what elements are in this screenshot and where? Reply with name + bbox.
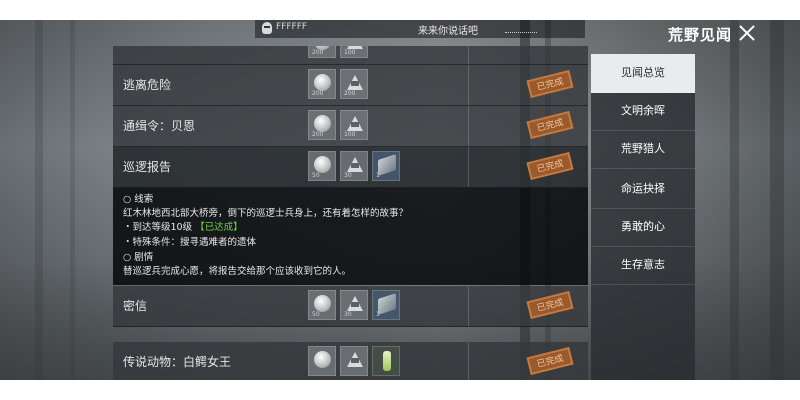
reward-qty: 1 [376,172,380,179]
tab-fate[interactable]: 命运抉择 [591,170,695,209]
quest-name: 密信 [123,299,148,313]
reward-qty: 50 [312,172,320,179]
quest-row[interactable]: 逃离危险 200 200 已完成 [113,65,588,106]
silver-coin-icon [314,74,331,91]
potion-icon [383,351,391,371]
completed-stamp: 已完成 [526,290,574,320]
quest-row[interactable]: 传说动物：白鳄女王 已完成 [113,342,588,380]
divider [468,46,469,64]
reward-slot[interactable]: 50 [308,151,336,181]
plot-header: ○ 剧情 [123,252,154,263]
silver-coin-icon [314,115,331,132]
clue-header: ○ 线索 [123,194,154,205]
quest-name: 逃离危险 [123,78,172,92]
reward-slot[interactable]: 1 [372,290,400,320]
reward-slot[interactable]: 50 [308,290,336,320]
close-icon[interactable] [738,24,756,42]
reward-qty: 200 [312,131,324,138]
silver-coin-icon [314,351,331,368]
report-book-icon [378,154,396,176]
reward-slot[interactable]: 1 [372,151,400,181]
rank-emblem-icon [347,352,363,367]
rank-emblem-icon [347,296,363,311]
reward-qty: 200 [344,90,356,97]
completed-stamp: 已完成 [526,346,574,376]
silver-coin-icon [314,156,331,173]
tab-overview[interactable]: 见闻总览 [591,54,695,93]
rank-emblem-icon [347,116,363,131]
quest-row[interactable]: 通缉令：贝恩 200 100 已完成 [113,106,588,147]
plot-text: 替巡逻兵完成心愿，将报告交给那个应该收到它的人。 [123,266,352,277]
reward-qty: 200 [312,49,324,56]
page-title: 荒野见闻 [668,26,733,44]
divider [468,286,469,326]
tab-civilization[interactable]: 文明余晖 [591,92,695,131]
reward-qty: 100 [344,131,356,138]
divider [468,342,469,380]
reward-qty: 30 [344,311,352,318]
completed-stamp: 已完成 [526,151,574,181]
quest-row-partial[interactable]: 200 100 [113,46,588,65]
clue-text: 红木林地西北部大桥旁，倒下的巡逻士兵身上，还有着怎样的故事？ [123,208,409,219]
quest-name: 通缉令：贝恩 [123,119,196,133]
player-name: FFFFFF [276,22,308,32]
completed-stamp: 已完成 [526,110,574,140]
chat-hint: 来来你说话吧 [418,26,478,37]
special-condition: ・特殊条件：搜寻遇难者的遗体 [123,237,257,248]
reward-qty: 200 [312,90,324,97]
tab-hunter[interactable]: 荒野猎人 [591,130,695,169]
requirement-line: ・到达等级10级 【已达成】 [123,219,243,233]
rank-emblem-icon [347,75,363,90]
game-scene: FFFFFF 来来你说话吧 荒野见闻 200 100 逃离危险 200 200 … [0,20,800,380]
reward-slot[interactable]: 200 [308,46,336,58]
tab-survival[interactable]: 生存意志 [591,246,695,285]
category-menu[interactable]: 见闻总览 文明余晖 荒野猎人 命运抉择 勇敢的心 生存意志 [591,54,695,380]
skull-icon [262,22,272,34]
reward-qty: 30 [344,172,352,179]
quest-detail-panel: ○ 线索 红木林地西北部大桥旁，倒下的巡逻士兵身上，还有着怎样的故事？ ・到达等… [113,188,588,285]
reward-qty: 100 [344,49,356,56]
chat-dots [505,32,537,36]
quest-row-selected[interactable]: 巡逻报告 50 30 1 已完成 [113,147,588,188]
quest-name: 传说动物：白鳄女王 [123,355,232,369]
divider [468,147,469,187]
quest-name: 巡逻报告 [123,160,172,174]
reward-slot[interactable] [372,346,400,376]
silver-coin-icon [314,295,331,312]
reward-slot[interactable]: 200 [308,69,336,99]
reward-slot[interactable]: 100 [340,46,368,58]
reward-slot[interactable] [308,346,336,376]
reward-slot[interactable] [340,346,368,376]
reward-slot[interactable]: 100 [340,110,368,140]
completed-stamp: 已完成 [526,69,574,99]
reward-slot[interactable]: 30 [340,151,368,181]
reward-qty: 50 [312,311,320,318]
quest-row[interactable]: 密信 50 30 1 已完成 [113,286,588,327]
reward-slot[interactable]: 200 [308,110,336,140]
requirement-status: 【已达成】 [195,222,243,233]
reward-slot[interactable]: 30 [340,290,368,320]
quest-list[interactable]: 200 100 逃离危险 200 200 已完成 通缉令：贝恩 200 100 … [113,46,588,380]
reward-slot[interactable]: 200 [340,69,368,99]
requirement-text: ・到达等级10级 [123,222,193,233]
rank-emblem-icon [347,157,363,172]
divider [468,65,469,105]
reward-qty: 1 [376,311,380,318]
report-book-icon [378,293,396,315]
tab-brave-heart[interactable]: 勇敢的心 [591,208,695,247]
divider [468,106,469,146]
